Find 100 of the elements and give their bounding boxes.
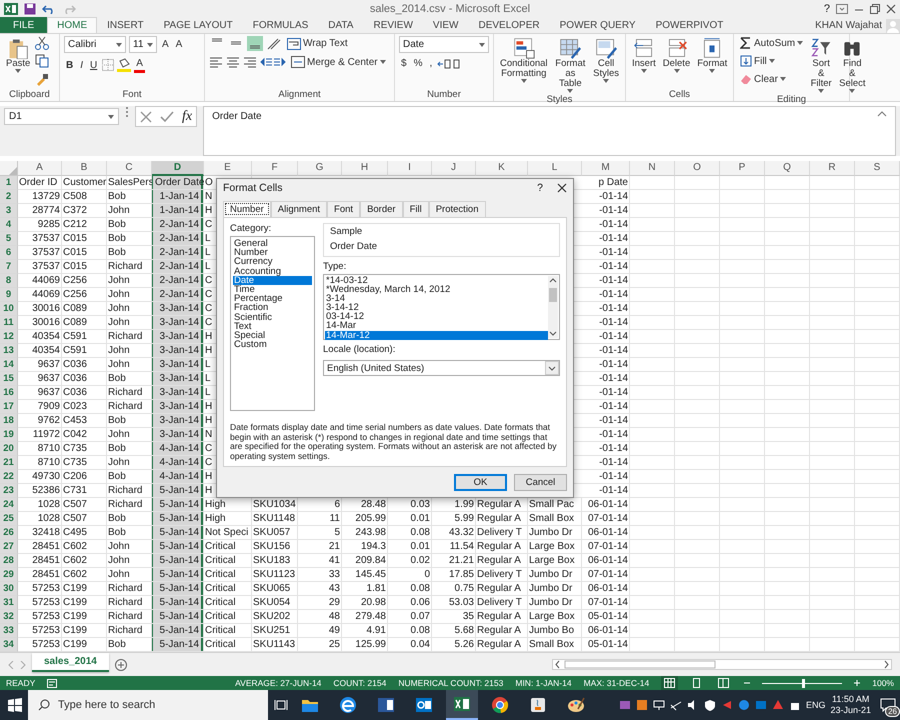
row-header[interactable]: 14 (0, 358, 18, 372)
cell-button[interactable]: Format (695, 36, 730, 74)
row-header[interactable]: 19 (0, 428, 18, 442)
java-app-icon[interactable] (528, 695, 548, 715)
row-header[interactable]: 26 (0, 526, 18, 540)
caret-icon[interactable] (380, 60, 386, 64)
edge-app-icon[interactable] (338, 695, 358, 715)
paint-app-icon[interactable] (566, 695, 586, 715)
name-box[interactable]: D1 (4, 108, 119, 125)
restore-icon[interactable] (870, 4, 880, 14)
row-header[interactable]: 24 (0, 498, 18, 512)
style-button[interactable]: Format as Table (552, 36, 588, 94)
ribbon-tab[interactable]: PAGE LAYOUT (154, 17, 243, 33)
ribbon-tab[interactable]: VIEW (422, 17, 468, 33)
caret-icon[interactable] (674, 69, 680, 73)
start-icon[interactable] (8, 698, 22, 712)
chrome-app-icon[interactable] (490, 695, 510, 715)
dialog-tab[interactable]: Border (360, 201, 403, 217)
dialog-tab[interactable]: Number (223, 201, 271, 217)
indent-icon[interactable] (260, 56, 286, 68)
zoom-level[interactable]: 100% (872, 678, 894, 688)
type-list[interactable]: *14-03-12 *Wednesday, March 14, 2012 3-14 3-14-12 03-14-12 14-Mar 14-Mar-12 (323, 274, 560, 340)
outlook-app-icon[interactable] (414, 695, 434, 715)
row-header[interactable]: 16 (0, 386, 18, 400)
column-header[interactable]: L (528, 161, 582, 176)
check-icon[interactable] (160, 110, 174, 122)
clock-time[interactable]: 11:50 AM (832, 694, 870, 705)
row-header[interactable]: 20 (0, 442, 18, 456)
row-header[interactable]: 11 (0, 316, 18, 330)
row-header[interactable]: 7 (0, 260, 18, 274)
column-header[interactable]: P (720, 161, 765, 176)
caret-icon[interactable] (818, 89, 824, 93)
text-angle-icon[interactable] (266, 36, 282, 50)
row-header[interactable]: 5 (0, 232, 18, 246)
row-header[interactable]: 23 (0, 484, 18, 498)
ribbon-display-icon[interactable] (836, 4, 848, 14)
type-item[interactable]: 3-14-12 (325, 303, 548, 312)
caret-icon[interactable] (709, 69, 716, 73)
insert-function-button[interactable]: fx (182, 108, 192, 124)
formula-field[interactable]: Order Date (203, 106, 896, 156)
page-layout-icon[interactable] (691, 678, 702, 688)
copy-icon[interactable] (35, 54, 50, 68)
column-header[interactable]: S (855, 161, 900, 176)
cut-icon[interactable] (35, 36, 50, 50)
sheet-tab[interactable]: sales_2014 (32, 653, 109, 672)
page-break-icon[interactable] (718, 678, 730, 688)
row-header[interactable]: 27 (0, 540, 18, 554)
close-icon[interactable] (886, 4, 896, 14)
sum-button[interactable]: AutoSum (738, 36, 806, 50)
number-format-button[interactable]: $ (399, 57, 409, 70)
column-header[interactable]: E (204, 161, 252, 176)
column-header[interactable]: O (675, 161, 720, 176)
category-list[interactable]: General Number Currency Accounting Date Time Percentage Fraction Scientific Text Special Custom (230, 236, 315, 411)
row-header[interactable]: 6 (0, 246, 18, 260)
merge-center-button[interactable]: Merge & Center (289, 55, 388, 69)
align-left-icon[interactable] (209, 56, 223, 68)
underline-button[interactable]: U (88, 58, 100, 72)
zoom-out-icon[interactable] (744, 680, 750, 686)
caret-icon[interactable] (603, 79, 610, 83)
column-header[interactable]: R (810, 161, 855, 176)
row-header[interactable]: 28 (0, 554, 18, 568)
row-header[interactable]: 29 (0, 568, 18, 582)
row-header[interactable]: 2 (0, 190, 18, 204)
close-icon[interactable] (557, 183, 567, 193)
style-button[interactable]: Cell Styles (591, 36, 621, 84)
network-icon[interactable] (652, 699, 665, 711)
cancel-icon[interactable] (140, 110, 152, 122)
borders-icon[interactable] (102, 59, 114, 71)
row-header[interactable]: 4 (0, 218, 18, 232)
dialog-tab[interactable]: Alignment (270, 201, 328, 217)
locale-dropdown[interactable]: English (United States) (323, 360, 560, 376)
align-right-icon[interactable] (243, 56, 257, 68)
caret-icon[interactable] (116, 42, 122, 46)
row-header[interactable]: 10 (0, 302, 18, 316)
caret-icon[interactable] (479, 42, 485, 46)
number-format-field[interactable]: Date (399, 36, 489, 53)
type-item[interactable]: 03-14-12 (325, 312, 548, 322)
dialog-button[interactable]: OK (454, 474, 507, 491)
italic-button[interactable]: I (78, 58, 86, 72)
column-header[interactable]: D (152, 161, 204, 176)
ribbon-tab[interactable]: INSERT (97, 17, 154, 33)
align-lines-icon[interactable] (247, 36, 263, 51)
ribbon-tab[interactable]: HOME (47, 17, 98, 33)
column-header[interactable]: I (388, 161, 432, 176)
row-header[interactable]: 1 (0, 176, 18, 190)
row-header[interactable]: 34 (0, 638, 18, 652)
caret-icon[interactable] (567, 89, 574, 93)
column-header[interactable]: C (107, 161, 152, 176)
find-button[interactable]: Find & Select (837, 36, 868, 94)
fill-button[interactable]: Fill (738, 54, 806, 68)
brush-icon[interactable] (35, 72, 50, 86)
clear-button[interactable]: Clear (738, 72, 806, 86)
caret-icon[interactable] (640, 69, 647, 73)
add-sheet-icon[interactable] (114, 658, 127, 670)
wrap-text-button[interactable]: Wrap Text (285, 36, 350, 50)
excel-app-icon[interactable] (452, 694, 472, 714)
row-header[interactable]: 15 (0, 372, 18, 386)
collapse-icon[interactable] (877, 111, 887, 117)
task-view-icon[interactable] (274, 699, 288, 711)
cell-button[interactable]: Delete (660, 36, 692, 74)
